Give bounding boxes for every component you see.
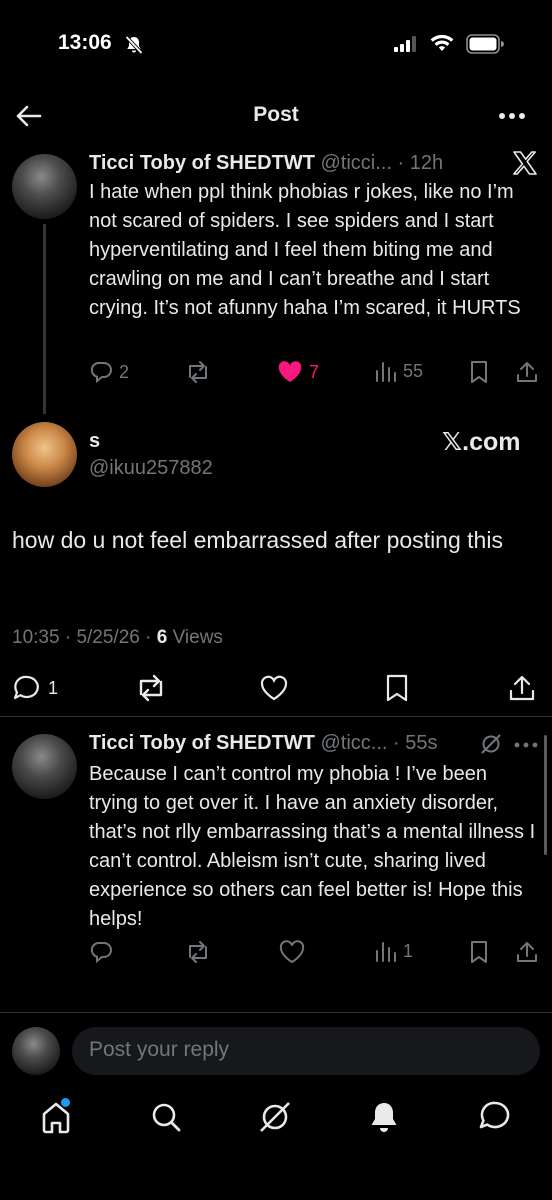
tweet-text: I hate when ppl think phobias r jokes, l…	[89, 181, 521, 319]
tweet-header: Ticci Toby of SHEDTWT @ticc... · 55s	[89, 732, 438, 755]
tweet-text: Because I can’t control my phobia ! I’ve…	[89, 763, 536, 930]
reply-placeholder: Post your reply	[89, 1038, 230, 1061]
reply-icon	[89, 940, 113, 964]
divider	[0, 1012, 552, 1013]
author-name[interactable]: s	[89, 430, 100, 453]
tweet-actions: 1	[89, 940, 541, 970]
views-button[interactable]: 1	[375, 940, 413, 962]
views-icon	[375, 360, 397, 382]
views-count: 1	[403, 940, 414, 961]
repost-button[interactable]	[185, 940, 211, 964]
views-label: Views	[172, 627, 223, 648]
bookmark-button[interactable]	[469, 360, 489, 384]
tweet-time: 12h	[409, 152, 444, 174]
messages-icon[interactable]	[478, 1100, 512, 1134]
author-handle[interactable]: @ticc...	[321, 732, 388, 754]
reply-button[interactable]	[89, 940, 113, 964]
repost-button[interactable]	[134, 674, 168, 702]
separator: ·	[397, 152, 405, 174]
notifications-icon[interactable]	[368, 1100, 400, 1134]
repost-button[interactable]	[185, 360, 211, 384]
reply-button[interactable]: 2	[89, 360, 129, 384]
share-button[interactable]	[515, 360, 539, 384]
tweet-header: Ticci Toby of SHEDTWT @ticci... · 12h	[89, 152, 443, 175]
views-icon	[375, 940, 397, 962]
share-icon	[508, 674, 536, 702]
tweet-actions: 2 7 55	[89, 360, 541, 390]
search-icon[interactable]	[150, 1100, 182, 1134]
more-options-icon[interactable]	[498, 112, 526, 120]
views-count: 55	[403, 360, 424, 381]
share-button[interactable]	[515, 940, 539, 964]
bookmark-icon	[469, 360, 489, 384]
author-name[interactable]: Ticci Toby of SHEDTWT	[89, 732, 315, 754]
separator: ·	[145, 627, 152, 648]
heart-filled-icon	[277, 360, 303, 384]
like-button[interactable]	[259, 674, 289, 702]
share-icon	[515, 360, 539, 384]
signal-icon	[394, 36, 420, 52]
share-button[interactable]	[508, 674, 536, 702]
separator: ·	[64, 627, 72, 648]
tweet-text: how do u not feel embarrassed after post…	[12, 527, 503, 553]
like-count: 7	[309, 361, 320, 382]
reply-button[interactable]: 1	[12, 674, 58, 702]
avatar	[12, 1027, 60, 1075]
views-button[interactable]: 55	[375, 360, 423, 382]
reply-count: 1	[48, 677, 59, 698]
divider	[0, 716, 552, 717]
x-logo-icon	[513, 151, 537, 175]
heart-icon	[259, 674, 289, 702]
page-title: Post	[253, 103, 299, 126]
share-icon	[515, 940, 539, 964]
bookmark-icon	[469, 940, 489, 964]
separator: ·	[393, 732, 400, 754]
notification-dot	[61, 1098, 70, 1107]
tweet-meta: 10:35 · 5/25/26 · 6 Views	[12, 627, 223, 649]
repost-icon	[185, 940, 211, 964]
status-time: 13:06	[58, 31, 112, 54]
like-button[interactable]	[279, 940, 305, 964]
reply-icon	[12, 674, 42, 702]
bookmark-icon	[385, 674, 409, 702]
heart-icon	[279, 940, 305, 964]
reply-count: 2	[119, 361, 130, 382]
source-badge: 𝕏.com	[442, 428, 521, 456]
views-count: 6	[156, 627, 168, 648]
avatar[interactable]	[12, 734, 77, 799]
like-button[interactable]: 7	[277, 360, 319, 384]
bookmark-button[interactable]	[469, 940, 489, 964]
repost-icon	[134, 674, 168, 702]
grok-icon[interactable]	[480, 733, 502, 755]
author-name[interactable]: Ticci Toby of SHEDTWT	[89, 152, 315, 174]
reply-icon	[89, 360, 113, 384]
repost-icon	[185, 360, 211, 384]
tweet-actions: 1	[12, 672, 542, 706]
silent-bell-icon	[124, 35, 144, 55]
tweet-date: 5/25/26	[76, 627, 140, 648]
scrollbar[interactable]	[544, 735, 547, 855]
avatar[interactable]	[12, 154, 77, 219]
avatar[interactable]	[12, 422, 77, 487]
bookmark-button[interactable]	[385, 674, 409, 702]
author-handle[interactable]: @ticci...	[321, 152, 392, 174]
tweet-time: 10:35	[12, 627, 60, 648]
author-handle[interactable]: @ikuu257882	[89, 457, 213, 480]
wifi-icon	[430, 34, 454, 52]
grok-icon[interactable]	[258, 1100, 292, 1134]
thread-connector	[43, 224, 46, 414]
more-options-icon[interactable]	[514, 742, 538, 748]
tweet-time: 55s	[405, 732, 438, 754]
battery-icon	[466, 34, 504, 54]
